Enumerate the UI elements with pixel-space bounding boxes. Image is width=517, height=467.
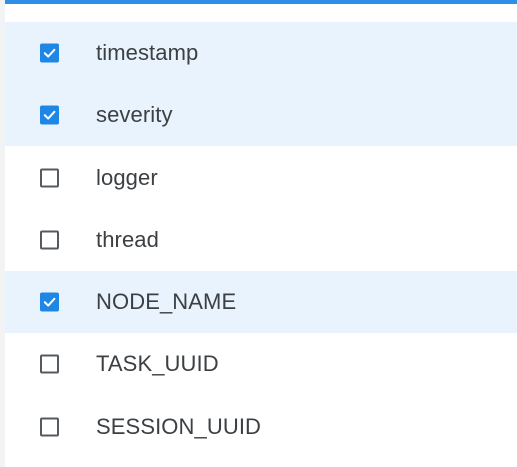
menu-item-timestamp[interactable]: timestamp: [5, 22, 517, 84]
menu-item-node-name[interactable]: NODE_NAME: [5, 271, 517, 333]
column-visibility-menu: timestamp severity logger thread NODE_NA…: [5, 4, 517, 467]
menu-item-label: NODE_NAME: [96, 289, 237, 314]
checkbox-unchecked[interactable]: [40, 168, 59, 188]
menu-item-label: thread: [96, 227, 159, 252]
menu-item-session-uuid[interactable]: SESSION_UUID: [5, 396, 517, 458]
checkmark-icon: [43, 48, 56, 58]
checkbox-unchecked[interactable]: [40, 354, 59, 374]
menu-item-thread[interactable]: thread: [5, 209, 517, 271]
menu-item-label: TASK_UUID: [96, 351, 219, 376]
menu-item-label: logger: [96, 165, 158, 190]
menu-item-task-uuid[interactable]: TASK_UUID: [5, 333, 517, 395]
menu-item-label: severity: [96, 102, 173, 127]
menu-item-severity[interactable]: severity: [5, 84, 517, 146]
checkbox-checked[interactable]: [40, 105, 59, 125]
menu-item-label: SESSION_UUID: [96, 414, 262, 439]
checkmark-icon: [43, 297, 56, 307]
checkbox-unchecked[interactable]: [40, 230, 59, 250]
checkbox-checked[interactable]: [40, 43, 59, 63]
checkmark-icon: [43, 110, 56, 120]
menu-item-logger[interactable]: logger: [5, 147, 517, 209]
menu-item-label: timestamp: [96, 40, 199, 65]
checkbox-checked[interactable]: [40, 292, 59, 312]
checkbox-unchecked[interactable]: [40, 417, 59, 437]
